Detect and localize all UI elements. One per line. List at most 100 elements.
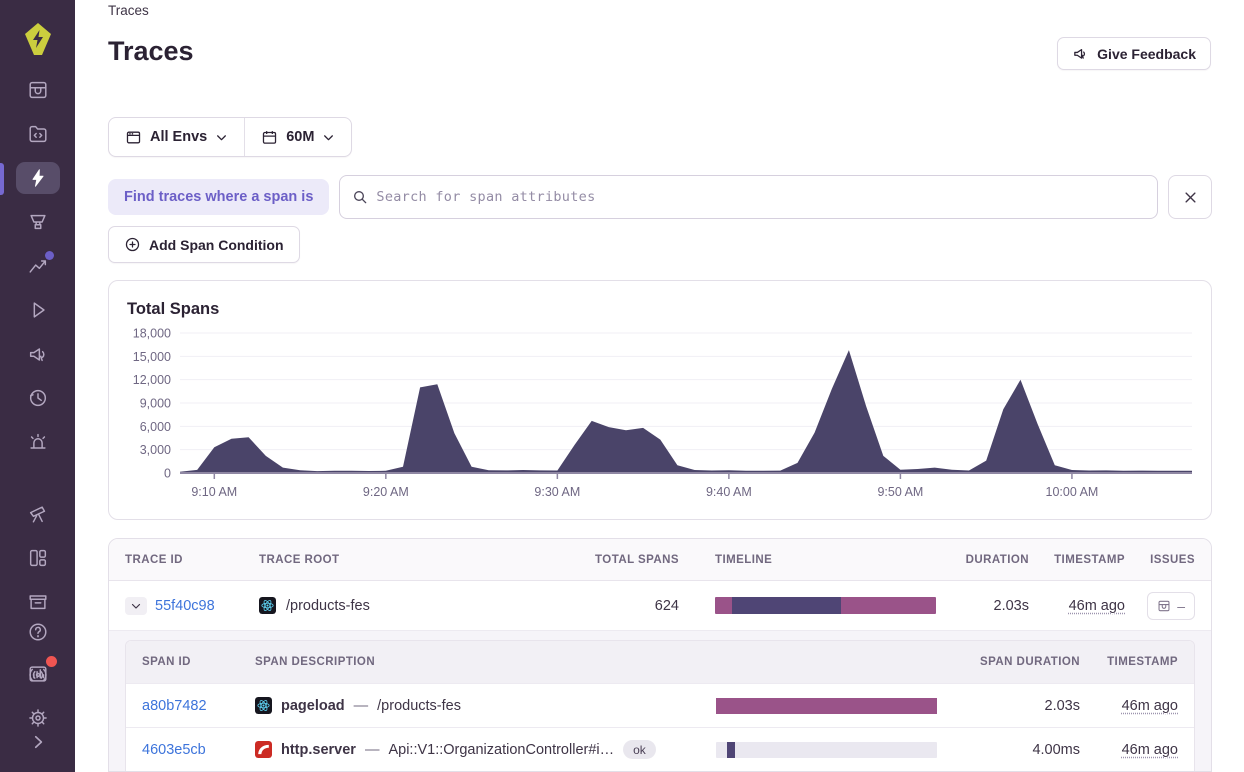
svg-text:9:50 AM: 9:50 AM [877,485,923,499]
sidebar-collapse-toggle[interactable] [16,726,60,758]
sidebar-bottom [0,616,75,772]
date-range-filter-label: 60M [286,129,314,145]
total-spans-value: 624 [655,598,679,614]
megaphone-icon [27,343,49,365]
span-timestamp[interactable]: 46m ago [1122,742,1178,758]
ruby-rails-icon [255,741,272,758]
trace-issues-count: – [1177,598,1185,614]
close-icon [1183,190,1198,205]
org-logo[interactable] [0,0,75,74]
sidebar-item-discover[interactable] [16,498,60,530]
help-icon [27,621,49,643]
sidebar-item-broadcasts[interactable] [16,658,60,690]
sidebar-item-dashboards[interactable] [16,542,60,574]
separator: — [365,742,380,758]
col-duration: Duration [966,554,1029,566]
col-trace-root: Trace Root [259,554,579,566]
duration-bar-fill [727,742,735,758]
spans-table: Span ID Span Description Span Duration T… [125,640,1195,772]
give-feedback-button[interactable]: Give Feedback [1057,37,1211,70]
siren-icon [27,431,49,453]
sidebar-item-releases[interactable] [16,586,60,618]
sidebar-item-help[interactable] [16,616,60,648]
duration-bar-fill [716,698,937,714]
profiling-icon [27,211,49,233]
trace-issues-button[interactable]: – [1147,592,1195,620]
plus-circle-icon [124,236,141,253]
sidebar-item-alerts[interactable] [16,426,60,458]
span-duration-bar [716,742,937,758]
col-trace-id: Trace ID [125,554,259,566]
calendar-icon [261,129,278,146]
svg-text:18,000: 18,000 [133,327,171,341]
org-logo-icon [22,22,54,56]
span-timestamp[interactable]: 46m ago [1122,698,1178,714]
insights-notification-dot [45,251,54,260]
chart-title: Total Spans [127,300,219,319]
span-id-link[interactable]: 4603e5cb [142,742,206,758]
svg-text:10:00 AM: 10:00 AM [1046,485,1099,499]
span-duration-bar [716,698,937,714]
trace-timestamp[interactable]: 46m ago [1069,598,1125,614]
svg-text:12,000: 12,000 [133,373,171,387]
svg-text:9,000: 9,000 [140,397,171,411]
chevron-down-icon [215,131,228,144]
svg-text:0: 0 [164,467,171,481]
breadcrumb[interactable]: Traces [108,3,149,18]
svg-text:15,000: 15,000 [133,350,171,364]
span-row: a80b7482 pageload — [126,683,1194,727]
react-icon [259,597,276,614]
span-status-badge: ok [623,740,656,759]
environment-filter[interactable]: All Envs [109,118,244,156]
trace-duration: 2.03s [994,598,1029,614]
date-range-filter[interactable]: 60M [245,118,351,156]
play-icon [27,299,49,321]
react-icon [255,697,272,714]
sidebar-item-issues[interactable] [16,74,60,106]
trace-row: 55f40c98 /products-fes 624 2.03s 46m a [109,581,1211,631]
broadcast-notification-dot [46,656,57,667]
sidebar-item-explore[interactable] [16,118,60,150]
span-duration: 2.03s [1045,698,1080,714]
broadcast-icon [26,663,50,685]
expanded-trace-section: Span ID Span Description Span Duration T… [109,631,1211,772]
total-spans-area-chart: 03,0006,0009,00012,00015,00018,0009:10 A… [126,323,1196,503]
span-search-row: Find traces where a span is [108,175,1212,219]
span-description: /products-fes [377,698,461,714]
sidebar-item-history[interactable] [16,382,60,414]
add-span-condition-label: Add Span Condition [149,237,284,253]
span-search-input[interactable] [376,189,1145,205]
svg-text:3,000: 3,000 [140,443,171,457]
svg-text:9:40 AM: 9:40 AM [706,485,752,499]
sidebar-item-insights[interactable] [16,250,60,282]
add-span-condition-button[interactable]: Add Span Condition [108,226,300,263]
page-title: Traces [108,36,194,67]
span-duration: 4.00ms [1032,742,1080,758]
trace-id-link[interactable]: 55f40c98 [155,598,215,614]
search-icon [352,189,368,205]
main-content: Traces Traces Give Feedback All Envs 60M [75,0,1244,772]
col-span-description: Span Description [255,656,716,668]
chevron-down-icon [130,600,142,612]
span-id-link[interactable]: a80b7482 [142,698,207,714]
chevron-down-icon [322,131,335,144]
lightning-icon [27,167,49,189]
total-spans-panel: Total Spans 03,0006,0009,00012,00015,000… [108,280,1212,520]
active-item-accent [0,163,4,195]
span-description: Api::V1::OrganizationController#i… [388,742,614,758]
sidebar-item-feedback[interactable] [16,338,60,370]
sidebar-item-profiling[interactable] [16,206,60,238]
clear-search-button[interactable] [1168,175,1212,219]
spans-table-header: Span ID Span Description Span Duration T… [126,641,1194,683]
col-span-id: Span ID [142,656,255,668]
issues-icon [27,79,49,101]
svg-text:9:20 AM: 9:20 AM [363,485,409,499]
collapse-trace-button[interactable] [125,597,147,615]
span-search-box[interactable] [339,175,1158,219]
environment-filter-label: All Envs [150,129,207,145]
trace-root-label: /products-fes [286,598,370,614]
sidebar-item-traces[interactable] [16,162,60,194]
traces-table: Trace ID Trace Root Total Spans Timeline… [108,538,1212,772]
dashboards-icon [27,547,49,569]
sidebar-item-replays[interactable] [16,294,60,326]
